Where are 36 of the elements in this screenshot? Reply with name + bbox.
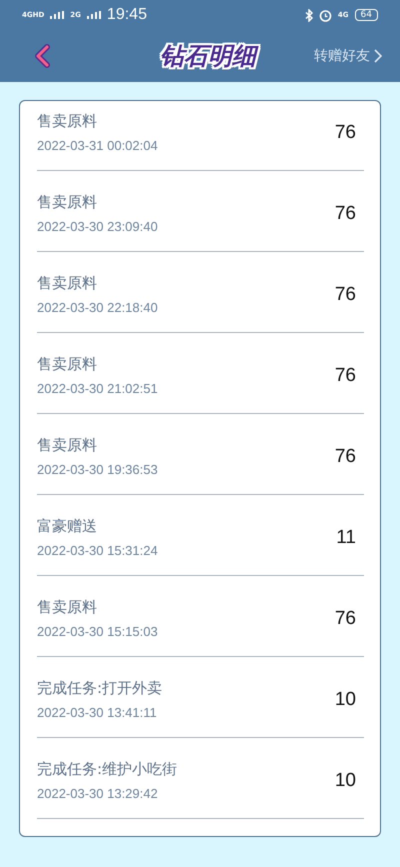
signal-icon (50, 11, 64, 19)
record-amount: 76 (334, 365, 356, 387)
record-title: 售卖原料 (37, 111, 98, 132)
record-title: 完成任务:打开外卖 (37, 678, 164, 699)
record-time: 2022-03-30 15:31:24 (37, 542, 159, 560)
back-icon[interactable] (34, 44, 50, 68)
record-title: 富豪赠送 (37, 516, 98, 537)
record-amount: 76 (334, 284, 356, 306)
record-title: 售卖原料 (37, 273, 98, 294)
alarm-icon (318, 8, 332, 22)
chevron-right-icon (374, 49, 382, 63)
record-amount: 76 (334, 203, 356, 225)
signal-icon (86, 11, 101, 19)
record-time: 2022-03-31 00:02:04 (37, 137, 159, 155)
bluetooth-icon (304, 8, 313, 22)
record-amount: 10 (334, 770, 356, 792)
record-time: 2022-03-30 13:29:42 (37, 785, 159, 803)
record-time: 2022-03-30 23:09:40 (37, 218, 159, 236)
record-time: 2022-03-30 19:36:53 (37, 461, 159, 479)
clock-time: 19:45 (106, 6, 147, 24)
record-amount: 10 (334, 689, 356, 711)
record-title: 售卖原料 (37, 435, 98, 456)
record-amount: 76 (334, 446, 356, 468)
record-amount: 11 (336, 527, 356, 549)
record-title: 售卖原料 (37, 192, 98, 213)
record-time: 2022-03-30 13:41:11 (37, 704, 158, 722)
record-title: 售卖原料 (37, 597, 98, 618)
record-title: 售卖原料 (37, 354, 98, 375)
transfer-link[interactable]: 转赠好友 (314, 47, 382, 65)
record-amount: 76 (334, 608, 356, 630)
record-time: 2022-03-30 15:15:03 (37, 623, 159, 641)
record-time: 2022-03-30 22:18:40 (37, 299, 159, 317)
record-title: 完成任务:维护小吃街 (37, 759, 178, 780)
record-amount: 76 (334, 122, 356, 144)
battery-icon: 64 (354, 9, 378, 21)
record-time: 2022-03-30 21:02:51 (37, 380, 159, 398)
